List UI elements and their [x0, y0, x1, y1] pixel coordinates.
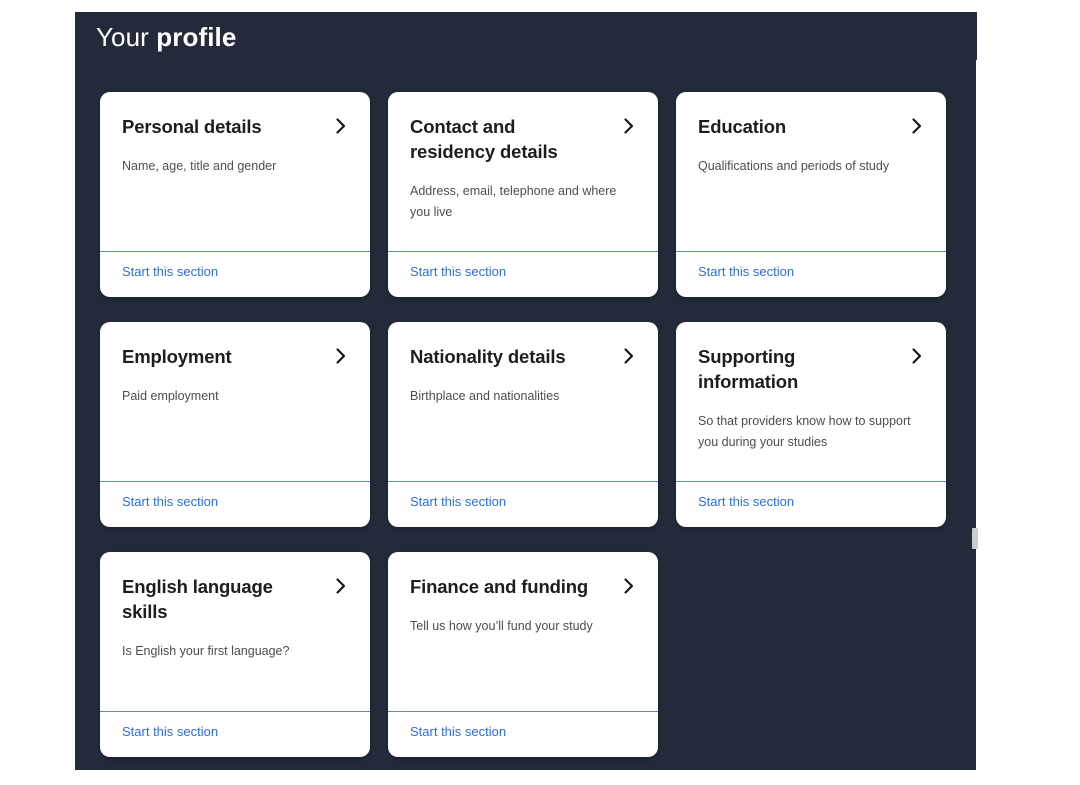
card-header: Nationality details: [410, 344, 636, 369]
profile-section-card[interactable]: English language skills Is English your …: [100, 552, 370, 757]
chevron-right-icon[interactable]: [334, 116, 348, 136]
profile-section-card[interactable]: Contact and residency details Address, e…: [388, 92, 658, 297]
card-footer: Start this section: [100, 481, 370, 527]
card-title: Nationality details: [410, 346, 566, 367]
chevron-right-icon[interactable]: [910, 116, 924, 136]
card-footer: Start this section: [676, 481, 946, 527]
card-description: Name, age, title and gender: [122, 159, 277, 173]
profile-section-card[interactable]: Education Qualifications and periods of …: [676, 92, 946, 297]
vertical-scrollbar-thumb[interactable]: [972, 528, 978, 549]
card-description: So that providers know how to support yo…: [698, 414, 911, 449]
start-section-link[interactable]: Start this section: [410, 494, 506, 509]
card-title: English language skills: [122, 576, 273, 622]
start-section-link[interactable]: Start this section: [698, 264, 794, 279]
start-section-link[interactable]: Start this section: [698, 494, 794, 509]
card-description: Address, email, telephone and where you …: [410, 184, 617, 219]
card-footer: Start this section: [676, 251, 946, 297]
profile-section-card[interactable]: Finance and funding Tell us how you’ll f…: [388, 552, 658, 757]
card-description: Is English your first language?: [122, 644, 290, 658]
profile-section-card[interactable]: Nationality details Birthplace and natio…: [388, 322, 658, 527]
chevron-right-icon[interactable]: [622, 346, 636, 366]
card-header: Contact and residency details: [410, 114, 636, 164]
page-title: Your profile: [96, 21, 236, 53]
vertical-scrollbar-track[interactable]: [972, 60, 978, 770]
profile-section-card[interactable]: Personal details Name, age, title and ge…: [100, 92, 370, 297]
card-footer: Start this section: [100, 711, 370, 757]
card-title: Contact and residency details: [410, 116, 558, 162]
card-title: Personal details: [122, 116, 262, 137]
panel-edge-notch: [972, 12, 977, 60]
card-description: Paid employment: [122, 389, 219, 403]
card-footer: Start this section: [388, 481, 658, 527]
start-section-link[interactable]: Start this section: [122, 264, 218, 279]
page-title-emphasis: profile: [156, 22, 237, 52]
start-section-link[interactable]: Start this section: [410, 264, 506, 279]
card-description: Tell us how you’ll fund your study: [410, 619, 593, 633]
card-description: Qualifications and periods of study: [698, 159, 890, 173]
page-title-prefix: Your: [96, 22, 157, 52]
chevron-right-icon[interactable]: [334, 576, 348, 596]
card-header: English language skills: [122, 574, 348, 624]
start-section-link[interactable]: Start this section: [410, 724, 506, 739]
card-title: Supporting information: [698, 346, 799, 392]
start-section-link[interactable]: Start this section: [122, 494, 218, 509]
chevron-right-icon[interactable]: [910, 346, 924, 366]
card-header: Finance and funding: [410, 574, 636, 599]
card-title: Finance and funding: [410, 576, 589, 597]
card-description: Birthplace and nationalities: [410, 389, 560, 403]
chevron-right-icon[interactable]: [622, 576, 636, 596]
start-section-link[interactable]: Start this section: [122, 724, 218, 739]
card-footer: Start this section: [100, 251, 370, 297]
chevron-right-icon[interactable]: [622, 116, 636, 136]
app-screen: Your profile Personal details Name, age,…: [0, 0, 1080, 785]
profile-section-card[interactable]: Employment Paid employment Start this se…: [100, 322, 370, 527]
card-header: Employment: [122, 344, 348, 369]
card-footer: Start this section: [388, 251, 658, 297]
card-footer: Start this section: [388, 711, 658, 757]
card-title: Employment: [122, 346, 232, 367]
card-header: Education: [698, 114, 924, 139]
card-header: Personal details: [122, 114, 348, 139]
card-title: Education: [698, 116, 787, 137]
chevron-right-icon[interactable]: [334, 346, 348, 366]
profile-section-grid: Personal details Name, age, title and ge…: [100, 92, 950, 757]
profile-section-card[interactable]: Supporting information So that providers…: [676, 322, 946, 527]
card-header: Supporting information: [698, 344, 924, 394]
